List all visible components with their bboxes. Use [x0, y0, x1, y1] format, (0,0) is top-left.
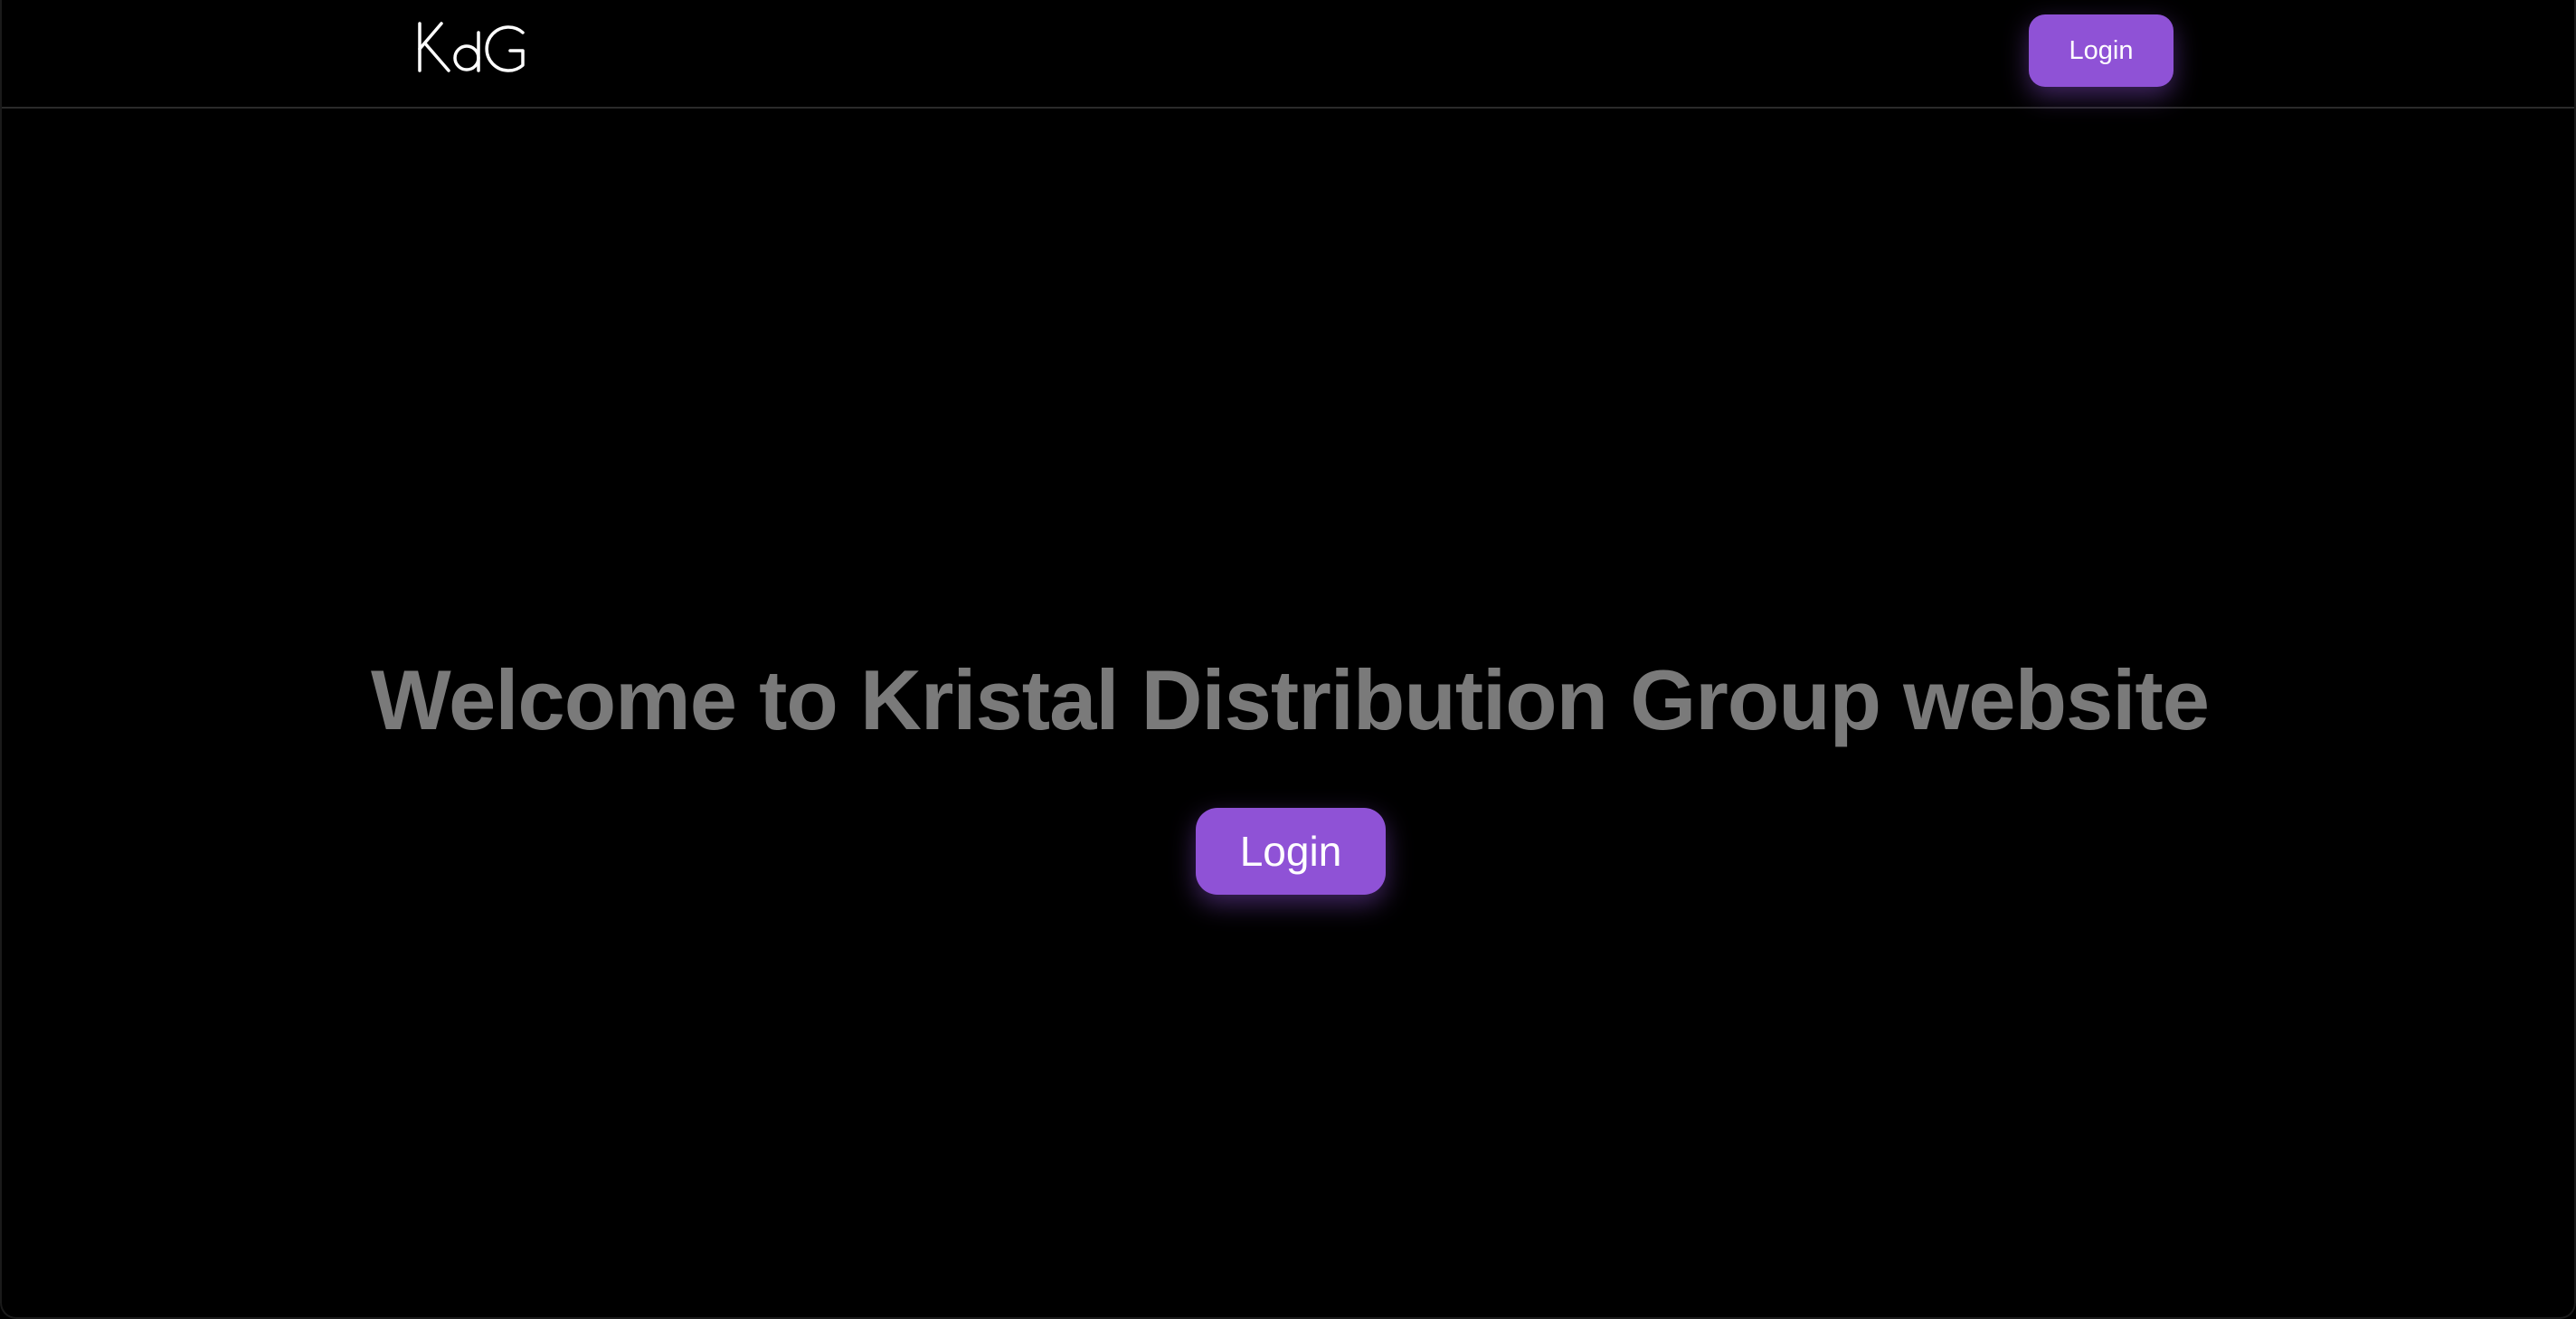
hero-title: Welcome to Kristal Distribution Group we…: [371, 652, 2210, 747]
page: Login Welcome to Kristal Distribution Gr…: [0, 0, 2576, 1319]
header-login-button[interactable]: Login: [2029, 14, 2174, 87]
hero-login-button[interactable]: Login: [1196, 808, 1386, 895]
top-navigation-bar: Login: [2, 0, 2574, 109]
kdg-logo[interactable]: [416, 20, 528, 74]
kdg-logo-mark: [418, 22, 525, 72]
